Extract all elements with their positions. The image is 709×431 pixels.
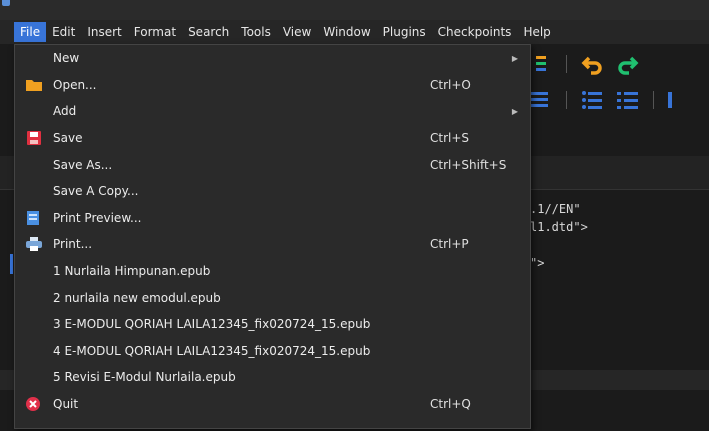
recent-file-3[interactable]: 3 E-MODUL QORIAH LAILA12345_fix020724_15…	[15, 311, 530, 338]
undo-icon[interactable]	[581, 53, 603, 75]
menu-tools[interactable]: Tools	[235, 22, 277, 42]
menu-item-label: Save	[53, 131, 83, 146]
quit-icon	[26, 396, 42, 411]
recent-file-1[interactable]: 1 Nurlaila Himpunan.epub	[15, 258, 530, 285]
save-icon	[26, 130, 42, 145]
submenu-arrow-icon: ▶	[511, 53, 518, 63]
file-print-preview[interactable]: Print Preview...	[15, 205, 530, 232]
validate-icon[interactable]	[530, 53, 552, 75]
file-add[interactable]: Add ▶	[15, 98, 530, 125]
align-justify-icon[interactable]	[530, 89, 552, 111]
print-preview-icon	[26, 210, 42, 225]
menu-item-label: 3 E-MODUL QORIAH LAILA12345_fix020724_15…	[53, 317, 371, 332]
file-print[interactable]: Print... Ctrl+P	[15, 231, 530, 258]
menu-search[interactable]: Search	[182, 22, 235, 42]
file-menu-dropdown: New ▶ Open... Ctrl+O Add ▶ Save Ctrl+S S…	[14, 44, 531, 429]
code-line-3: ">	[530, 256, 545, 270]
title-bar	[0, 0, 709, 20]
file-open[interactable]: Open... Ctrl+O	[15, 72, 530, 99]
menu-view[interactable]: View	[277, 22, 317, 42]
menu-insert[interactable]: Insert	[81, 22, 127, 42]
menu-item-label: Add	[53, 104, 77, 119]
toolbar-row-1	[530, 46, 639, 82]
file-new[interactable]: New ▶	[15, 45, 530, 72]
shortcut-label: Ctrl+Q	[430, 397, 471, 412]
submenu-arrow-icon: ▶	[511, 106, 518, 116]
menu-bar: File Edit Insert Format Search Tools Vie…	[0, 20, 709, 44]
menu-item-label: 5 Revisi E-Modul Nurlaila.epub	[53, 370, 236, 385]
menu-item-label: Save As...	[53, 157, 113, 172]
indent-icon[interactable]	[668, 89, 690, 111]
file-save[interactable]: Save Ctrl+S	[15, 125, 530, 152]
shortcut-label: Ctrl+Shift+S	[430, 157, 507, 172]
toolbar-separator	[653, 91, 654, 109]
menu-item-label: 4 E-MODUL QORIAH LAILA12345_fix020724_15…	[53, 343, 371, 358]
menu-item-label: 2 nurlaila new emodul.epub	[53, 290, 221, 305]
menu-item-label: Print Preview...	[53, 210, 142, 225]
numbered-list-icon[interactable]	[617, 89, 639, 111]
menu-item-label: New	[53, 51, 80, 66]
app-icon	[2, 0, 10, 6]
recent-file-4[interactable]: 4 E-MODUL QORIAH LAILA12345_fix020724_15…	[15, 338, 530, 365]
menu-edit[interactable]: Edit	[46, 22, 81, 42]
cursor-line-marker	[10, 254, 13, 274]
toolbar-separator	[566, 55, 567, 73]
menu-format[interactable]: Format	[128, 22, 182, 42]
menu-item-label: Open...	[53, 77, 97, 92]
toolbar-separator	[566, 91, 567, 109]
menu-plugins[interactable]: Plugins	[377, 22, 432, 42]
menu-window[interactable]: Window	[317, 22, 376, 42]
file-quit[interactable]: Quit Ctrl+Q	[15, 391, 530, 418]
menu-help[interactable]: Help	[517, 22, 556, 42]
menu-item-label: Quit	[53, 397, 79, 412]
bullet-list-icon[interactable]	[581, 89, 603, 111]
recent-file-5[interactable]: 5 Revisi E-Modul Nurlaila.epub	[15, 364, 530, 391]
folder-icon	[26, 78, 42, 92]
shortcut-label: Ctrl+S	[430, 131, 470, 146]
menu-file[interactable]: File	[14, 22, 47, 42]
code-line-1: .1//EN"	[530, 202, 581, 216]
printer-icon	[26, 237, 42, 252]
shortcut-label: Ctrl+O	[430, 77, 471, 92]
recent-file-2[interactable]: 2 nurlaila new emodul.epub	[15, 284, 530, 311]
menu-item-label: Save A Copy...	[53, 184, 139, 199]
toolbar-row-2	[530, 82, 690, 118]
file-save-copy[interactable]: Save A Copy...	[15, 178, 530, 205]
menu-item-label: Print...	[53, 237, 93, 252]
menu-checkpoints[interactable]: Checkpoints	[432, 22, 518, 42]
redo-icon[interactable]	[617, 53, 639, 75]
code-line-2: l1.dtd">	[530, 220, 588, 234]
menu-item-label: 1 Nurlaila Himpunan.epub	[53, 264, 211, 279]
shortcut-label: Ctrl+P	[430, 237, 469, 252]
file-save-as[interactable]: Save As... Ctrl+Shift+S	[15, 151, 530, 178]
